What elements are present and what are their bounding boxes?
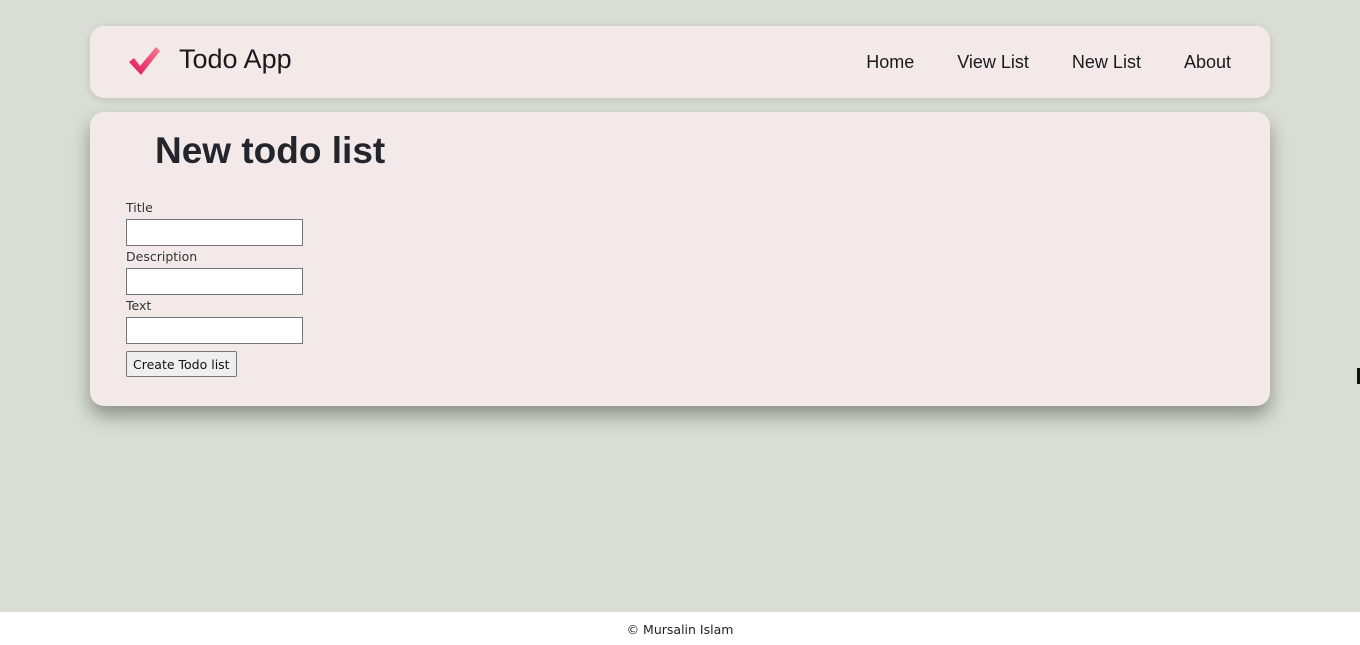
app-title: Todo App [179, 43, 292, 74]
nav-view-list-link[interactable]: View List [957, 52, 1029, 73]
new-todo-form: Title Description Text Create Todo list [126, 200, 303, 377]
description-label: Description [126, 249, 198, 264]
brand[interactable]: Todo App [126, 43, 292, 79]
nav-about-link[interactable]: About [1184, 52, 1231, 73]
copyright-text: © Mursalin Islam [626, 622, 734, 637]
text-label: Text [126, 298, 152, 313]
new-list-card: New todo list Title Description Text Cre… [90, 112, 1270, 406]
title-input[interactable] [126, 219, 303, 246]
checkmark-icon [126, 43, 162, 79]
text-input[interactable] [126, 317, 303, 344]
footer: © Mursalin Islam [0, 612, 1360, 645]
description-input[interactable] [126, 268, 303, 295]
navbar: Todo App Home View List New List About [90, 26, 1270, 98]
page-title: New todo list [155, 130, 386, 171]
main-nav: Home View List New List About [823, 52, 1231, 73]
title-label: Title [126, 200, 153, 215]
nav-new-list-link[interactable]: New List [1072, 52, 1141, 73]
create-todo-list-button[interactable]: Create Todo list [126, 351, 237, 377]
nav-home-link[interactable]: Home [866, 52, 914, 73]
